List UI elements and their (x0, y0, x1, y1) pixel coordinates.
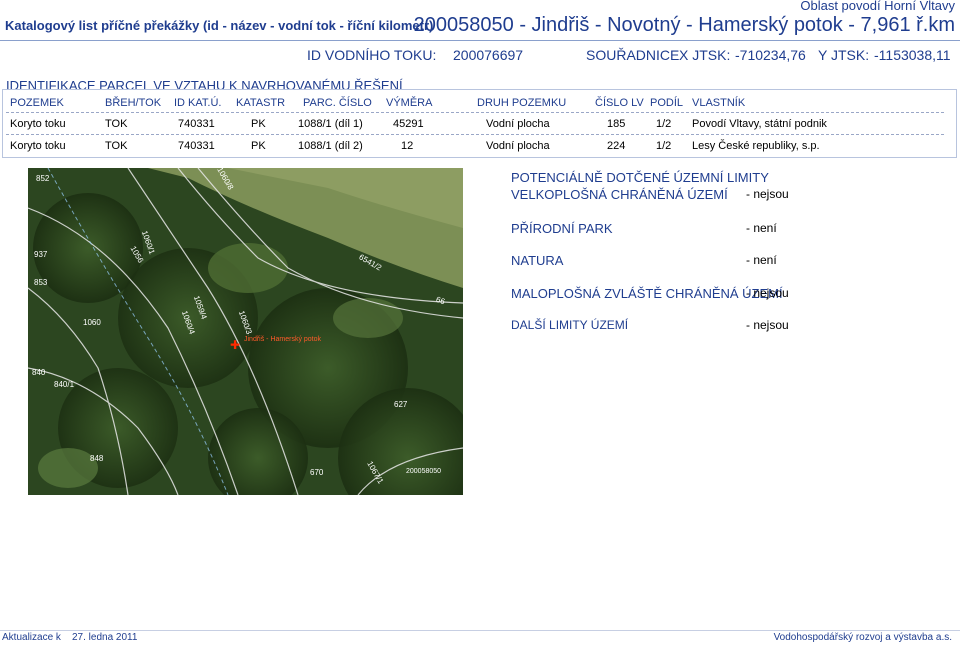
update-label: Aktualizace k (2, 632, 61, 643)
map-label: 848 (90, 454, 104, 463)
cell-breh: TOK (105, 118, 128, 130)
col-header: ID KAT.Ú. (174, 97, 222, 109)
cell-druh: Vodní plocha (486, 118, 550, 130)
cell-podil: 1/2 (656, 118, 672, 130)
map-label: 840 (32, 368, 46, 377)
update-date: 27. ledna 2011 (72, 632, 138, 643)
cell-lv: 224 (607, 140, 626, 152)
cell-breh: TOK (105, 140, 128, 152)
col-header: VLASTNÍK (692, 97, 746, 109)
cell-id-kat: 740331 (178, 118, 215, 130)
cell-katastr: PK (251, 140, 266, 152)
region-name: Oblast povodí Horní Vltavy (800, 0, 955, 13)
cell-vlastnik: Lesy České republiky, s.p. (692, 140, 820, 152)
limit-value: - nejsou (746, 318, 789, 332)
id-label: ID VODNÍHO TOKU: (307, 47, 437, 63)
col-header: PODÍL (650, 97, 684, 109)
map-label: 852 (36, 174, 50, 183)
footer-author: Vodohospodářský rozvoj a výstavba a.s. (773, 632, 952, 643)
map-label: 627 (394, 400, 408, 409)
map-label: 200058050 (406, 468, 442, 475)
limit-value: - nejsou (746, 286, 789, 300)
cell-katastr: PK (251, 118, 266, 130)
header-divider (0, 40, 960, 41)
obstacle-marker-label: Jindřiš - Hamerský potok (244, 336, 322, 343)
cell-parc: 1088/1 (díl 2) (298, 140, 363, 152)
document-title: Katalogový list příčné překážky (id - ná… (5, 18, 434, 33)
map-label: 670 (310, 468, 324, 477)
cell-vlastnik: Povodí Vltavy, státní podnik (692, 118, 827, 130)
y-value: -1153038,11 (874, 47, 951, 63)
cell-lv: 185 (607, 118, 626, 130)
footer-divider (0, 630, 960, 631)
col-header: PARC. ČÍSLO (303, 97, 372, 109)
limit-value: - není (746, 253, 777, 267)
row-divider (6, 112, 944, 113)
limit-value: - není (746, 221, 777, 235)
limit-label: MALOPLOŠNÁ ZVLÁŠTĚ CHRÁNĚNÁ ÚZEMÍ (511, 286, 783, 301)
row-divider (6, 134, 944, 135)
col-header: POZEMEK (10, 97, 64, 109)
coord-label: SOUŘADNICE (586, 47, 680, 63)
cell-pozemek: Koryto toku (10, 118, 66, 130)
y-label: Y JTSK: (818, 47, 870, 63)
cell-pozemek: Koryto toku (10, 140, 66, 152)
cell-parc: 1088/1 (díl 1) (298, 118, 363, 130)
col-header: KATASTR (236, 97, 286, 109)
map-label: 937 (34, 250, 48, 259)
cell-vymera: 12 (401, 140, 414, 152)
map-label: 840/1 (54, 380, 75, 389)
x-value: -710234,76 (735, 47, 806, 63)
col-header: VÝMĚRA (386, 97, 433, 109)
limits-title: POTENCIÁLNĚ DOTČENÉ ÚZEMNÍ LIMITY (511, 170, 769, 185)
id-value: 200076697 (453, 47, 524, 63)
x-label: X JTSK: (679, 47, 731, 63)
obstacle-marker-icon[interactable]: ✚ (230, 338, 240, 352)
map-label: 853 (34, 278, 48, 287)
obstacle-identifier: 200058050 - Jindřiš - Novotný - Hamerský… (413, 14, 955, 36)
cell-vymera: 45291 (393, 118, 424, 130)
col-header: ČÍSLO LV (595, 97, 644, 109)
limit-value: - nejsou (746, 187, 789, 201)
limit-label: DALŠÍ LIMITY ÚZEMÍ (511, 318, 629, 332)
col-header: BŘEH/TOK (105, 97, 162, 109)
limit-label: VELKOPLOŠNÁ CHRÁNĚNÁ ÚZEMÍ (511, 187, 728, 202)
cell-druh: Vodní plocha (486, 140, 550, 152)
map-label: 1060 (83, 318, 101, 327)
cell-id-kat: 740331 (178, 140, 215, 152)
orthophoto-map: 852 1060/8 1060/1 937 1056 6541/2 66 853… (28, 168, 463, 495)
col-header: DRUH POZEMKU (477, 97, 567, 109)
cell-podil: 1/2 (656, 140, 672, 152)
limit-label: PŘÍRODNÍ PARK (511, 221, 613, 236)
limit-label: NATURA (511, 253, 564, 268)
